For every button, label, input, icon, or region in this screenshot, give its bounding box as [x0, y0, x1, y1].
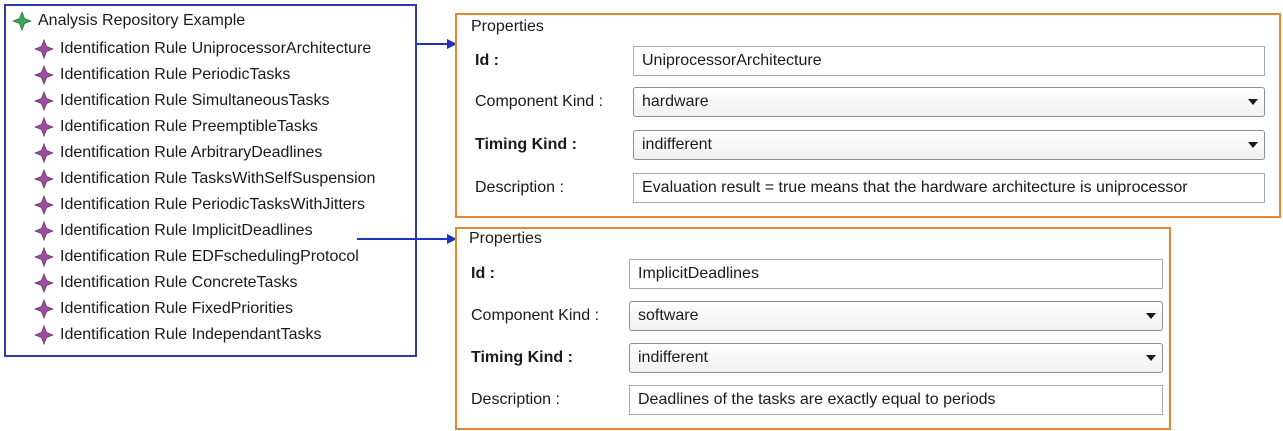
- description-label: Description :: [475, 179, 564, 196]
- panel-title: Properties: [469, 230, 542, 248]
- timing-kind-label: Timing Kind :: [475, 136, 577, 153]
- id-label: Id :: [475, 52, 499, 69]
- properties-panel-2: Properties Id : ImplicitDeadlines Compon…: [455, 227, 1171, 430]
- component-kind-value: software: [638, 307, 699, 324]
- id-label: Id :: [471, 265, 495, 282]
- component-kind-label: Component Kind :: [471, 307, 600, 324]
- timing-kind-value: indifferent: [642, 136, 712, 153]
- chevron-down-icon: [1146, 313, 1156, 319]
- panel-title-text: Properties: [469, 230, 542, 247]
- timing-kind-select[interactable]: indifferent: [629, 343, 1163, 373]
- component-kind-label: Component Kind :: [475, 93, 604, 110]
- component-kind-value: hardware: [642, 93, 709, 110]
- timing-kind-label: Timing Kind :: [471, 349, 573, 366]
- panel-title: Properties: [471, 18, 544, 36]
- description-field[interactable]: Deadlines of the tasks are exactly equal…: [629, 385, 1163, 415]
- chevron-down-icon: [1248, 142, 1258, 148]
- id-field[interactable]: ImplicitDeadlines: [629, 259, 1163, 289]
- component-kind-select[interactable]: software: [629, 301, 1163, 331]
- chevron-down-icon: [1248, 99, 1258, 105]
- chevron-down-icon: [1146, 355, 1156, 361]
- description-field[interactable]: Evaluation result = true means that the …: [633, 173, 1265, 203]
- timing-kind-value: indifferent: [638, 349, 708, 366]
- properties-panel-1: Properties Id : UniprocessorArchitecture…: [455, 13, 1281, 218]
- panel-title-text: Properties: [471, 18, 544, 35]
- id-field[interactable]: UniprocessorArchitecture: [633, 46, 1265, 76]
- timing-kind-select[interactable]: indifferent: [633, 130, 1265, 160]
- description-label: Description :: [471, 391, 560, 408]
- component-kind-select[interactable]: hardware: [633, 87, 1265, 117]
